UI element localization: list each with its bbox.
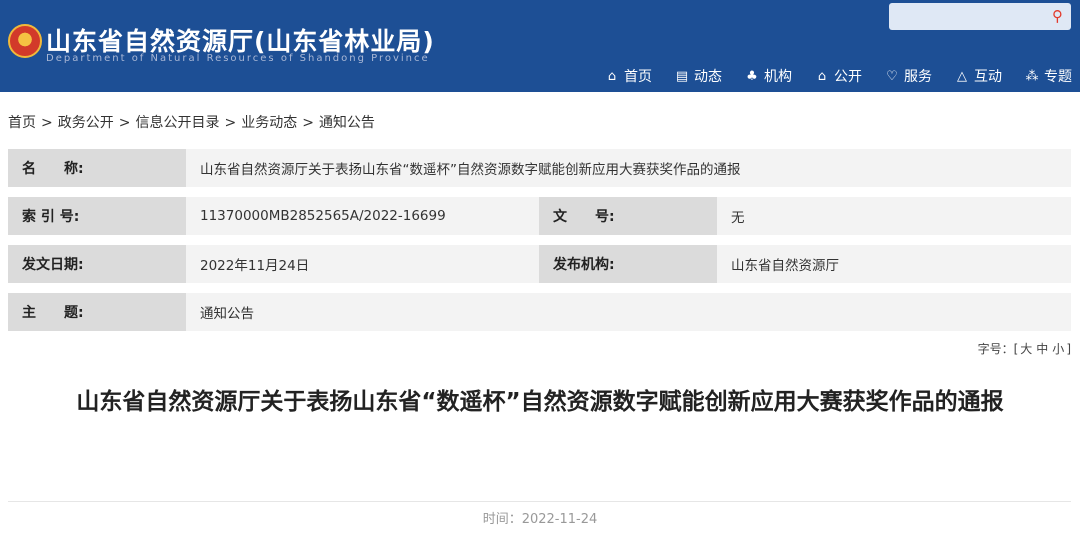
interaction-icon: △	[957, 68, 967, 84]
breadcrumb-separator: >	[41, 115, 53, 131]
font-size-control: 字号：[大中小]	[978, 340, 1071, 357]
nav-label: 动态	[694, 69, 722, 85]
search-box: ⚲	[889, 3, 1071, 30]
info-row-date: 发文日期: 2022年11月24日 发布机构: 山东省自然资源厅	[8, 245, 1071, 283]
breadcrumb-business-news[interactable]: 业务动态	[241, 115, 297, 131]
breadcrumb-separator: >	[302, 115, 314, 131]
nav-label: 服务	[904, 69, 932, 85]
breadcrumb-separator: >	[118, 115, 131, 131]
name-value: 山东省自然资源厅关于表扬山东省“数遥杯”自然资源数字赋能创新应用大赛获奖作品的通…	[186, 149, 1071, 187]
topic-label: 主 题:	[8, 293, 186, 331]
site-subtitle: Department of Natural Resources of Shand…	[46, 53, 430, 64]
nav-label: 机构	[764, 69, 792, 85]
search-icon[interactable]: ⚲	[1052, 7, 1063, 25]
divider	[8, 501, 1071, 502]
index-value: 11370000MB2852565A/2022-16699	[186, 197, 539, 235]
nav-label: 首页	[624, 69, 652, 85]
org-value: 山东省自然资源厅	[717, 245, 1071, 283]
date-label: 发文日期:	[8, 245, 186, 283]
breadcrumb-notices[interactable]: 通知公告	[319, 115, 375, 131]
font-size-small[interactable]: 小	[1052, 342, 1064, 356]
news-icon: ▤	[675, 68, 689, 84]
docno-label: 文 号:	[539, 197, 717, 235]
publish-time: 时间：2022-11-24	[0, 508, 1080, 527]
name-label: 名 称:	[8, 149, 186, 187]
font-size-medium[interactable]: 中	[1036, 342, 1048, 356]
info-row-name: 名 称: 山东省自然资源厅关于表扬山东省“数遥杯”自然资源数字赋能创新应用大赛获…	[8, 149, 1071, 187]
breadcrumb-info-catalog[interactable]: 信息公开目录	[135, 115, 219, 131]
organization-icon: ♣	[746, 68, 758, 84]
nav-item-news[interactable]: ▤ 动态	[674, 66, 722, 86]
breadcrumb-gov-affairs[interactable]: 政务公开	[58, 115, 114, 131]
search-input[interactable]	[889, 3, 1055, 30]
font-size-close-bracket: ]	[1066, 342, 1071, 356]
nav-item-service[interactable]: ♡ 服务	[884, 66, 932, 86]
heart-icon: ♡	[886, 68, 898, 84]
nav-item-organization[interactable]: ♣ 机构	[744, 66, 792, 86]
home-icon: ⌂	[607, 68, 617, 84]
time-label: 时间：	[482, 512, 522, 527]
font-size-large[interactable]: 大	[1020, 342, 1032, 356]
topic-value: 通知公告	[186, 293, 1071, 331]
org-label: 发布机构:	[539, 245, 717, 283]
breadcrumb-home[interactable]: 首页	[8, 115, 36, 131]
docno-value: 无	[717, 197, 1071, 235]
date-value: 2022年11月24日	[186, 245, 539, 283]
site-header: 山东省自然资源厅(山东省林业局) Department of Natural R…	[0, 0, 1080, 92]
main-nav: ⌂ 首页 ▤ 动态 ♣ 机构 ⌂ 公开 ♡ 服务 △ 互动 ⁂ 专题	[582, 66, 1072, 86]
document-info-table: 名 称: 山东省自然资源厅关于表扬山东省“数遥杯”自然资源数字赋能创新应用大赛获…	[8, 149, 1071, 341]
nav-item-topic[interactable]: ⁂ 专题	[1024, 66, 1073, 86]
nav-label: 专题	[1044, 69, 1072, 85]
nav-item-home[interactable]: ⌂ 首页	[604, 66, 652, 86]
article-title: 山东省自然资源厅关于表扬山东省“数遥杯”自然资源数字赋能创新应用大赛获奖作品的通…	[76, 389, 1004, 415]
font-size-label: 字号：[	[977, 342, 1019, 356]
nav-item-interaction[interactable]: △ 互动	[954, 66, 1002, 86]
lock-icon: ⌂	[817, 68, 827, 84]
nav-item-public[interactable]: ⌂ 公开	[814, 66, 862, 86]
nav-label: 公开	[834, 69, 862, 85]
index-label: 索 引 号:	[8, 197, 186, 235]
nav-label: 互动	[974, 69, 1002, 85]
topic-icon: ⁂	[1025, 68, 1039, 84]
breadcrumb: 首页 > 政务公开 > 信息公开目录 > 业务动态 > 通知公告	[8, 112, 375, 132]
emblem-logo	[8, 24, 42, 58]
info-row-topic: 主 题: 通知公告	[8, 293, 1071, 331]
info-row-index: 索 引 号: 11370000MB2852565A/2022-16699 文 号…	[8, 197, 1071, 235]
time-value: 2022-11-24	[521, 512, 598, 527]
breadcrumb-separator: >	[224, 115, 237, 131]
